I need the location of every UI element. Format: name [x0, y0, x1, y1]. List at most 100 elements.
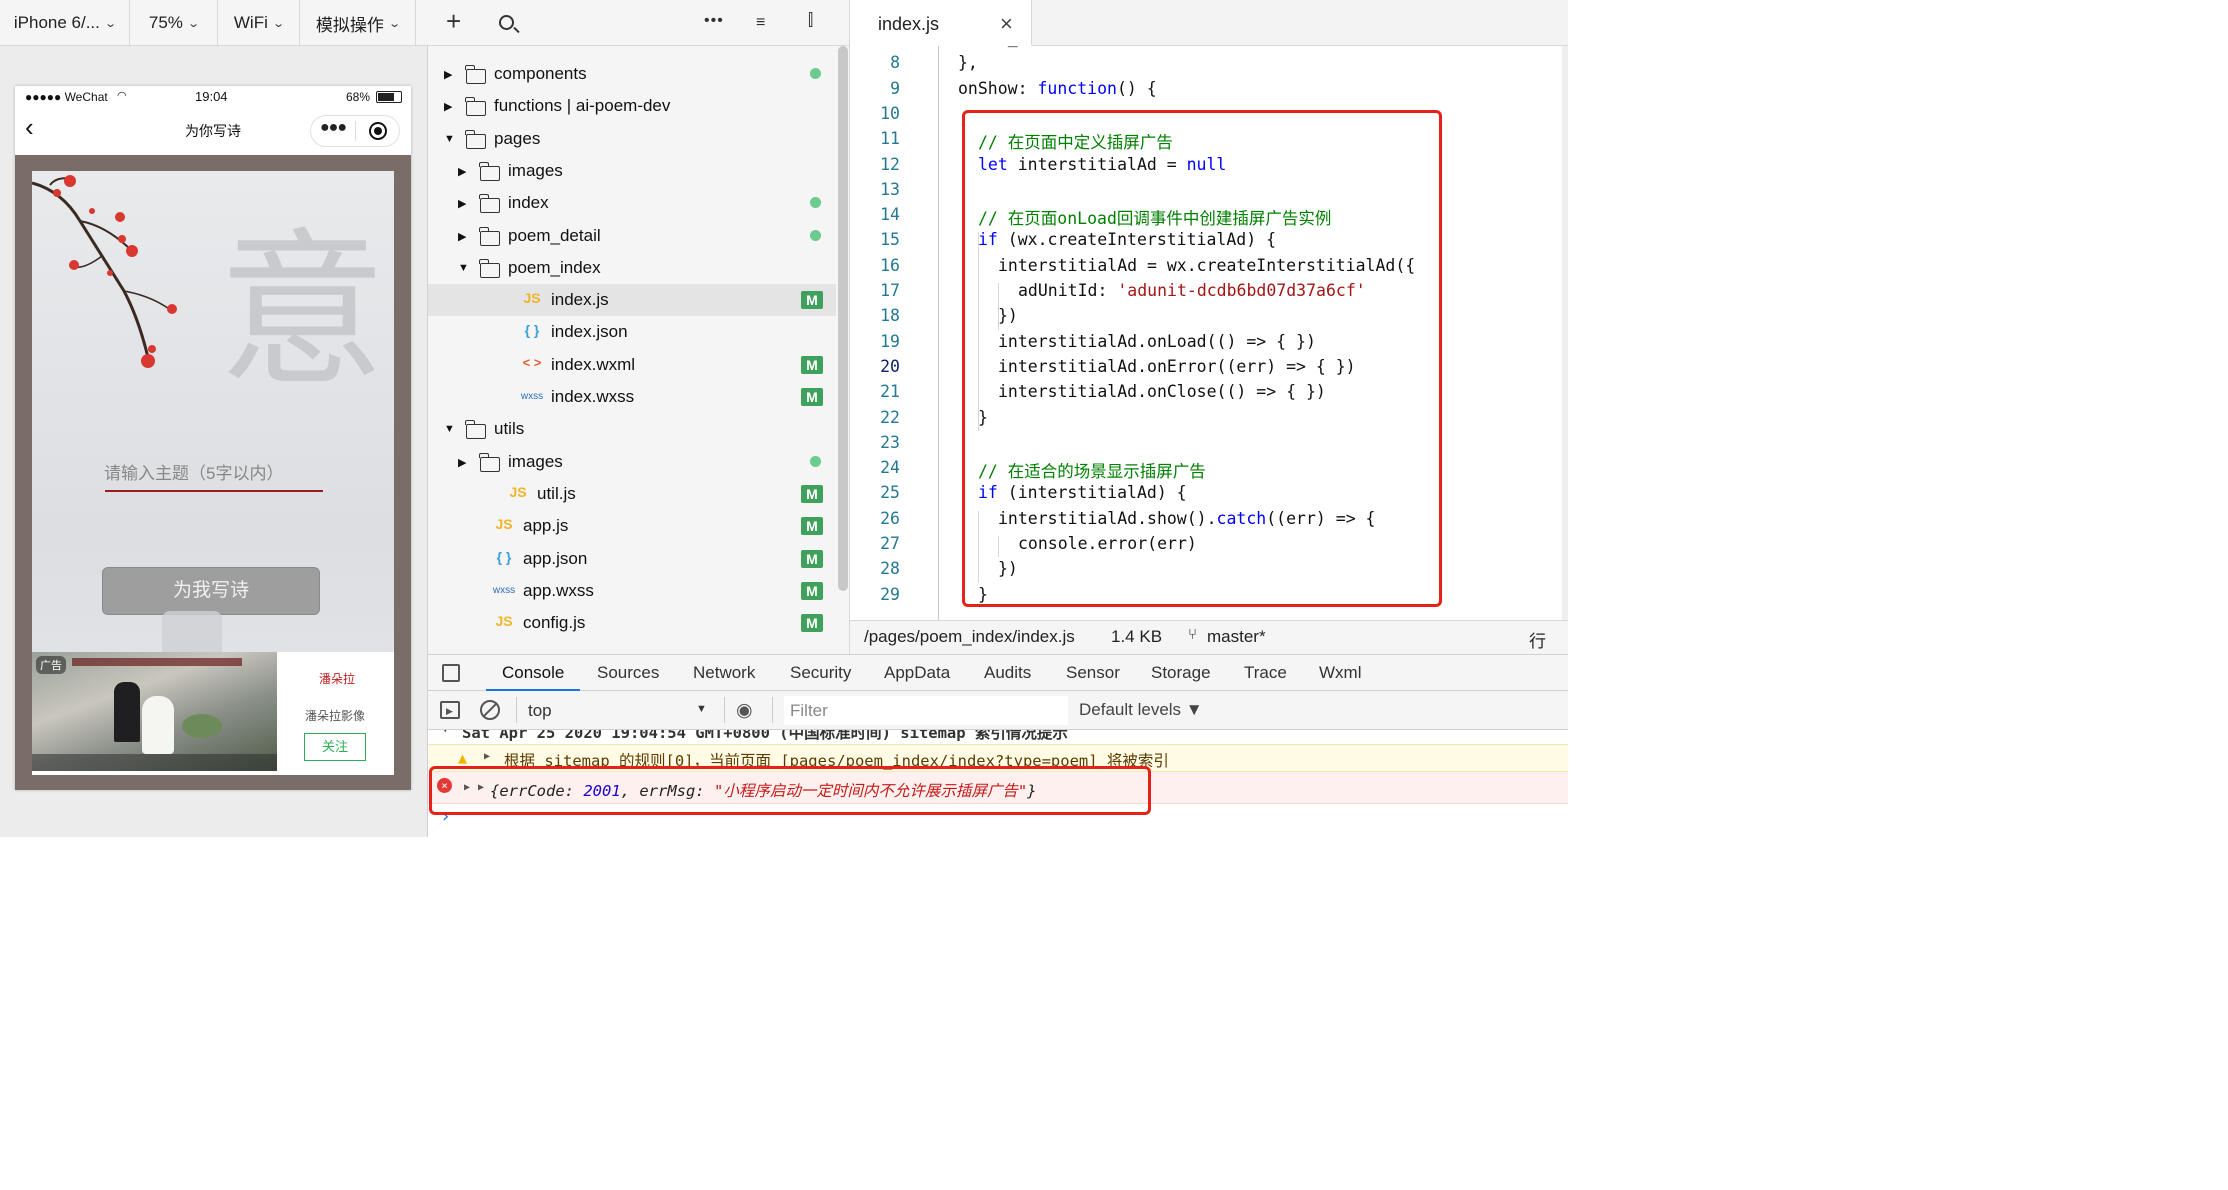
tab-appdata[interactable]: AppData [884, 655, 950, 691]
chevron-right-icon[interactable]: ▶ [458, 165, 466, 178]
ad-banner[interactable]: 广告 潘朵拉 潘朵拉影像 关注 [32, 652, 394, 775]
tree-item-label: index.wxss [551, 387, 635, 406]
more-icon[interactable]: ●●● [320, 119, 347, 137]
zoom-select[interactable]: 75% ⌄ [130, 0, 218, 46]
chevron-right-icon[interactable]: ▶ [444, 100, 452, 113]
json-file-icon: { } [524, 322, 540, 339]
tab-trace[interactable]: Trace [1244, 655, 1287, 691]
close-miniprogram-icon[interactable] [369, 122, 387, 140]
devtools-tab-bar: Console Sources Network Security AppData Audi… [428, 654, 1568, 691]
sidebar-toggle-icon[interactable]: ▶ [440, 701, 460, 719]
editor-scrollbar[interactable] [1562, 46, 1568, 620]
network-label: WiFi [233, 13, 268, 32]
ad-tag[interactable]: 广告 [36, 656, 66, 674]
collapse-all-icon[interactable]: ≡ [756, 14, 765, 32]
context-select[interactable]: top ▼ [528, 694, 712, 726]
tab-audits[interactable]: Audits [984, 655, 1031, 691]
tab-sensor[interactable]: Sensor [1066, 655, 1120, 691]
clear-console-icon[interactable] [480, 700, 500, 720]
tab-index-js[interactable]: index.js × [850, 0, 1032, 46]
wifi-icon: ◠ [117, 90, 127, 102]
tree-item[interactable]: ▼ poem_index [428, 252, 836, 284]
console-group-header[interactable]: ▼ Sat Apr 25 2020 19:04:54 GMT+0800 (中国标… [428, 730, 1568, 744]
git-branch[interactable]: master* [1207, 627, 1266, 647]
dropdown-arrow-icon: ▼ [696, 703, 707, 715]
tree-item[interactable]: ▶ images [428, 155, 836, 187]
console-toolbar: ▶ top ▼ ◉ Filter Default levels ▼ [428, 691, 1568, 730]
tab-security[interactable]: Security [790, 655, 851, 691]
tree-item[interactable]: ▶ components [428, 58, 836, 90]
tab-label: index.js [878, 14, 940, 34]
chevron-right-icon[interactable]: ▶ [458, 197, 466, 210]
search-icon[interactable] [499, 15, 514, 30]
tab-network[interactable]: Network [693, 655, 755, 691]
filter-placeholder: Filter [790, 701, 828, 720]
more-icon[interactable]: ••• [704, 12, 724, 30]
tree-item[interactable]: JS util.js M [428, 478, 836, 510]
git-modified-badge: M [801, 355, 823, 374]
highlight-box-error [429, 766, 1151, 815]
expand-arrow-icon[interactable]: ▶ [484, 751, 490, 762]
tree-item-label: poem_index [508, 257, 601, 277]
console-filter-input[interactable]: Filter [784, 696, 1068, 725]
tree-item-label: index.js [551, 290, 609, 310]
close-icon[interactable]: × [1000, 11, 1013, 37]
tree-item[interactable]: wxss index.wxss M [428, 381, 836, 413]
tree-item-label: images [508, 160, 563, 180]
tree-item-label: config.js [523, 613, 586, 633]
tree-item[interactable]: ▶ poem_detail [428, 220, 836, 252]
tree-item[interactable]: { } index.json [428, 316, 836, 348]
highlight-box-code [962, 110, 1442, 607]
tab-wxml[interactable]: Wxml [1319, 655, 1361, 691]
folder-open-icon [465, 420, 486, 440]
git-untracked-dot [810, 68, 821, 79]
code-line: onShow: function() { [958, 78, 1157, 98]
git-modified-badge: M [801, 291, 823, 310]
log-levels-select[interactable]: Default levels ▼ [1079, 700, 1203, 720]
split-panel-icon[interactable]: ⫿ [808, 12, 813, 30]
tree-scrollbar[interactable] [838, 46, 848, 591]
tab-sources[interactable]: Sources [597, 655, 659, 691]
chevron-down-icon: ⌄ [272, 17, 285, 30]
network-select[interactable]: WiFi ⌄ [218, 0, 300, 46]
chevron-right-icon[interactable]: ▶ [444, 68, 452, 81]
theme-input[interactable]: 请输入主题（5字以内） [104, 459, 283, 484]
tree-item[interactable]: JS index.js M [428, 284, 836, 317]
menu-capsule: ●●● [310, 115, 400, 147]
chevron-right-icon[interactable]: ▶ [458, 230, 466, 243]
fold-guide [938, 46, 939, 620]
simulate-label: 模拟操作 [315, 15, 384, 35]
chevron-right-icon[interactable]: ▶ [458, 456, 466, 469]
follow-button[interactable]: 关注 [304, 733, 366, 761]
chevron-down-icon: ⌄ [388, 17, 401, 30]
tree-item[interactable]: wxss app.wxss M [428, 575, 836, 607]
tree-item[interactable]: ▶ images [428, 446, 836, 478]
add-icon[interactable]: + [446, 8, 461, 34]
eye-icon[interactable]: ◉ [736, 699, 753, 722]
file-tree: ▶ components ▶ functions | ai-poem-dev ▼ page… [428, 46, 850, 654]
tree-item[interactable]: ▶ index [428, 187, 836, 219]
tree-item[interactable]: ▶ functions | ai-poem-dev [428, 90, 836, 122]
tree-item-label: index.wxml [551, 354, 636, 374]
editor-status-bar: /pages/poem_index/index.js 1.4 KB ⑂ mast… [850, 620, 1568, 671]
clock: 19:04 [195, 89, 228, 104]
tree-item[interactable]: { } app.json M [428, 543, 836, 575]
chevron-down-icon: ⌄ [187, 17, 200, 30]
inspect-element-icon[interactable] [442, 664, 460, 682]
tree-item[interactable]: JS config.js M [428, 607, 836, 639]
tree-item[interactable]: ▼ utils [428, 413, 836, 445]
simulate-menu[interactable]: 模拟操作 ⌄ [300, 0, 416, 46]
tree-item-label: images [508, 451, 563, 471]
input-underline [105, 490, 323, 492]
tree-item[interactable]: ▼ pages [428, 123, 836, 155]
write-poem-button[interactable]: 为我写诗 [102, 567, 320, 615]
tab-console[interactable]: Console [502, 655, 564, 691]
tree-item[interactable]: < > index.wxml M [428, 349, 836, 381]
chevron-down-icon[interactable]: ▼ [458, 262, 469, 274]
device-select[interactable]: iPhone 6/... ⌄ [0, 0, 130, 46]
tree-item[interactable]: JS app.js M [428, 510, 836, 542]
chevron-down-icon[interactable]: ▼ [444, 133, 455, 145]
chevron-down-icon[interactable]: ▼ [444, 423, 455, 435]
tab-storage[interactable]: Storage [1151, 655, 1211, 691]
plum-blossom-branch [32, 175, 177, 368]
